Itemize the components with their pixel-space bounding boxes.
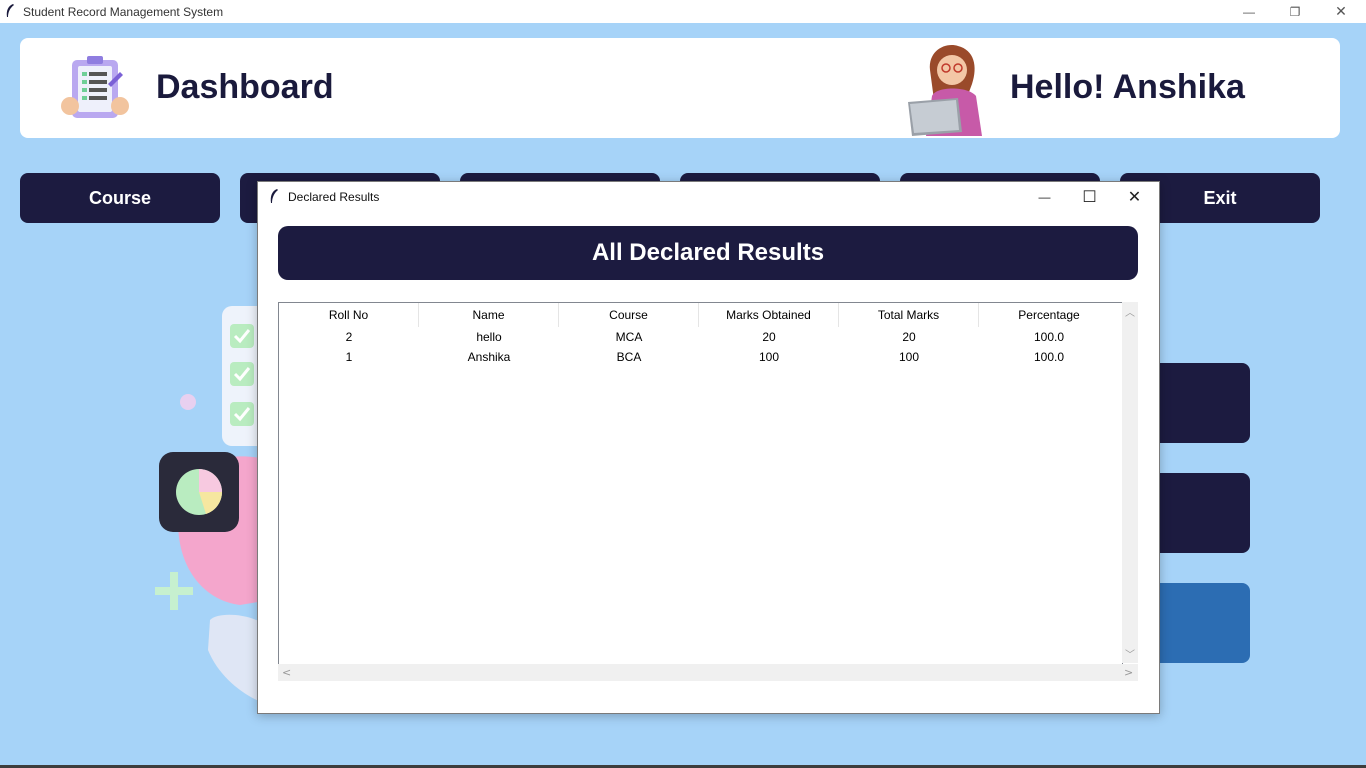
dialog-title: Declared Results [288,190,380,204]
cell-percentage: 100.0 [1033,350,1065,364]
scroll-down-arrow[interactable]: ﹀ [1125,646,1135,661]
dialog-titlebar: Declared Results — ☐ ✕ [258,182,1159,212]
checklist-illustration [155,306,270,705]
horizontal-scrollbar[interactable]: < > [278,664,1138,681]
side-card-3[interactable] [1150,583,1250,663]
table-row[interactable]: 2 hello MCA 20 20 100.0 [279,327,1122,347]
dialog-maximize-button[interactable]: ☐ [1067,182,1112,212]
scroll-left-arrow[interactable]: < [282,666,291,679]
table-row[interactable]: 1 Anshika BCA 100 100 100.0 [279,347,1122,367]
minimize-button[interactable]: — [1226,0,1272,23]
cell-total-marks: 100 [898,350,920,364]
main-titlebar: Student Record Management System — ❐ ✕ [0,0,1366,23]
cell-roll-no: 1 [345,350,353,364]
side-card-1[interactable] [1150,363,1250,443]
close-button[interactable]: ✕ [1318,0,1364,23]
dialog-close-button[interactable]: ✕ [1112,182,1157,212]
results-table[interactable]: Roll No Name Course Marks Obtained Total… [278,302,1123,665]
cell-percentage: 100.0 [1033,330,1065,344]
clipboard-icon [61,56,129,118]
column-header-course[interactable]: Course [559,303,699,327]
feather-app-icon [6,4,14,17]
cell-course: BCA [616,350,642,364]
window-title: Student Record Management System [23,5,224,19]
column-header-percentage[interactable]: Percentage [979,303,1119,327]
header-card: Dashboard Hello! Anshika [20,38,1340,138]
cell-total-marks: 20 [902,330,916,344]
column-header-total-marks[interactable]: Total Marks [839,303,979,327]
dashboard-title: Dashboard [156,68,334,106]
cell-roll-no: 2 [345,330,353,344]
vertical-scrollbar[interactable]: ︿ ﹀ [1122,302,1138,663]
greeting-text: Hello! Anshika [1010,68,1245,106]
scroll-right-arrow[interactable]: > [1124,666,1133,679]
results-heading: All Declared Results [278,226,1138,280]
cell-marks-obtained: 100 [758,350,780,364]
avatar [908,45,982,136]
cell-course: MCA [615,330,643,344]
course-button[interactable]: Course [20,173,220,223]
column-header-marks-obtained[interactable]: Marks Obtained [699,303,839,327]
declared-results-dialog: Declared Results — ☐ ✕ All Declared Resu… [257,181,1160,714]
feather-app-icon [270,189,278,203]
column-header-roll-no[interactable]: Roll No [279,303,419,327]
restore-button[interactable]: ❐ [1272,0,1318,23]
side-card-2[interactable] [1150,473,1250,553]
cell-name: hello [476,330,502,344]
cell-marks-obtained: 20 [762,330,776,344]
table-header: Roll No Name Course Marks Obtained Total… [279,303,1122,327]
scroll-up-arrow[interactable]: ︿ [1125,304,1135,319]
cell-name: Anshika [467,350,511,364]
dialog-minimize-button[interactable]: — [1022,182,1067,212]
column-header-name[interactable]: Name [419,303,559,327]
